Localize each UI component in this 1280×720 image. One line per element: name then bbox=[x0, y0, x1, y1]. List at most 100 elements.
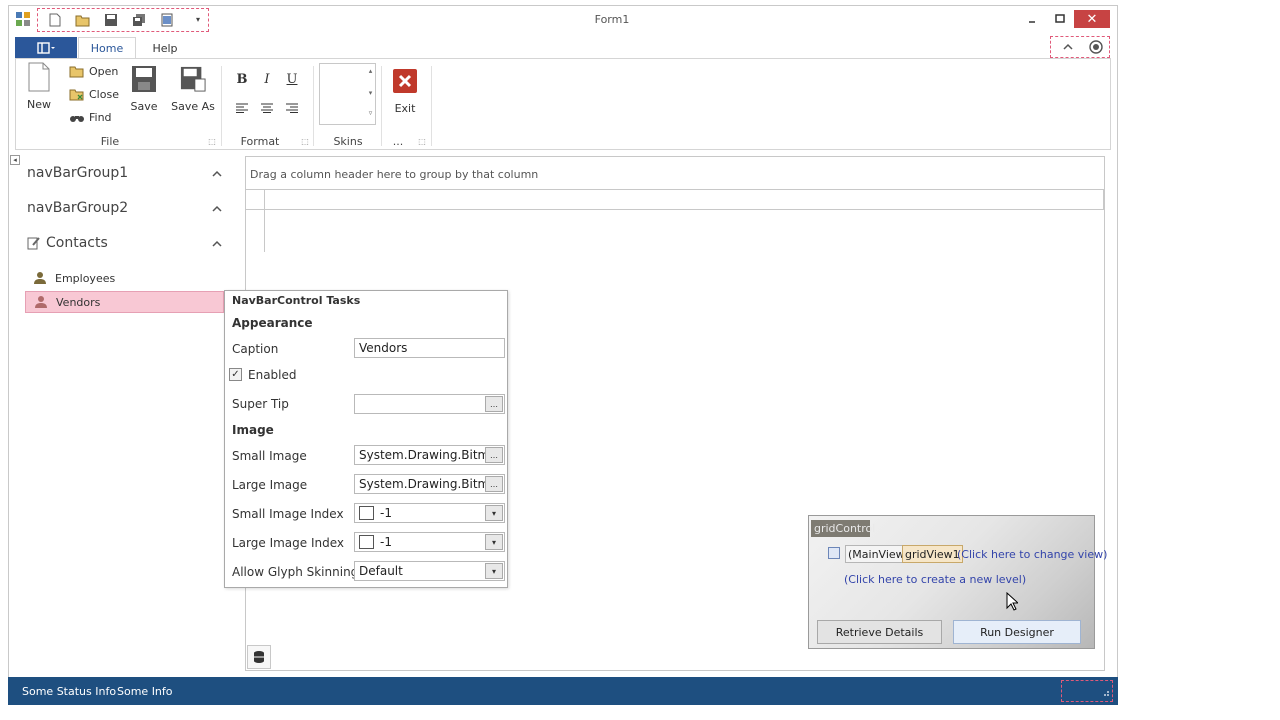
file-group-launcher-icon[interactable]: ⬚ bbox=[207, 136, 217, 146]
large-image-index-label: Large Image Index bbox=[232, 536, 345, 550]
underline-button[interactable]: U bbox=[283, 70, 301, 88]
format-group-launcher-icon[interactable]: ⬚ bbox=[300, 136, 310, 146]
navbar-group-contacts[interactable]: Contacts bbox=[27, 231, 227, 255]
chevron-up-icon bbox=[212, 167, 222, 180]
ellipsis-button[interactable]: … bbox=[485, 396, 503, 412]
image-heading: Image bbox=[232, 423, 274, 437]
contacts-icon bbox=[27, 236, 41, 250]
align-right-icon[interactable] bbox=[283, 99, 301, 117]
caption-input[interactable]: Vendors bbox=[354, 338, 505, 358]
large-image-input[interactable]: System.Drawing.Bitma … bbox=[354, 474, 505, 494]
dropdown-arrow-icon[interactable]: ▾ bbox=[485, 534, 503, 550]
minimize-icon[interactable] bbox=[1017, 10, 1047, 28]
open-button[interactable]: Open bbox=[69, 64, 118, 78]
retrieve-details-button[interactable]: Retrieve Details bbox=[817, 620, 942, 644]
grid-row-indicator bbox=[264, 190, 265, 252]
exit-group-launcher-icon[interactable]: ⬚ bbox=[417, 136, 427, 146]
close-folder-icon bbox=[69, 87, 85, 101]
navbar-item-label: Employees bbox=[55, 271, 116, 285]
window-title: Form1 bbox=[594, 13, 630, 26]
save-icon bbox=[131, 64, 157, 94]
ribbon-separator bbox=[431, 66, 432, 146]
new-doc-icon[interactable] bbox=[47, 12, 63, 28]
super-tip-input[interactable]: … bbox=[354, 394, 505, 414]
glyph-skinning-label: Allow Glyph Skinning bbox=[232, 565, 359, 579]
maximize-icon[interactable] bbox=[1045, 10, 1075, 28]
app-icon bbox=[15, 11, 31, 27]
resize-grip-icon[interactable] bbox=[1100, 687, 1110, 697]
ellipsis-button[interactable]: … bbox=[485, 476, 503, 492]
tab-help[interactable]: Help bbox=[140, 37, 190, 59]
file-group-label: File bbox=[100, 135, 120, 148]
save-icon[interactable] bbox=[103, 12, 119, 28]
create-level-link[interactable]: (Click here to create a new level) bbox=[844, 573, 1026, 586]
status-info-item: Some Status Info bbox=[22, 685, 117, 698]
help-info-icon[interactable] bbox=[1089, 40, 1103, 54]
customize-dropdown-icon[interactable]: ▾ bbox=[190, 12, 206, 28]
database-icon[interactable] bbox=[247, 645, 271, 669]
large-image-index-value: -1 bbox=[380, 535, 392, 549]
dropdown-arrow-icon[interactable]: ▾ bbox=[485, 563, 503, 579]
ribbon-separator bbox=[313, 66, 314, 146]
navbar-group-1[interactable]: navBarGroup1 bbox=[27, 161, 227, 185]
glyph-skinning-select[interactable]: Default ▾ bbox=[354, 561, 505, 581]
app-menu-icon bbox=[37, 41, 55, 54]
app-menu-button[interactable] bbox=[15, 37, 77, 58]
skins-group-label: Skins bbox=[333, 135, 363, 148]
small-image-index-label: Small Image Index bbox=[232, 507, 344, 521]
dropdown-arrow-icon[interactable]: ▾ bbox=[485, 505, 503, 521]
new-button[interactable]: New bbox=[24, 62, 54, 111]
tab-home[interactable]: Home bbox=[78, 37, 136, 59]
caption-label: Caption bbox=[232, 342, 279, 356]
navbar-collapse-icon[interactable]: ◂ bbox=[10, 155, 20, 165]
print-icon[interactable] bbox=[159, 12, 175, 28]
navbar-group-label: Contacts bbox=[46, 235, 108, 251]
format-group-label: Format bbox=[240, 135, 280, 148]
appearance-heading: Appearance bbox=[232, 316, 313, 330]
close-icon[interactable]: ✕ bbox=[1074, 10, 1110, 28]
exit-icon bbox=[392, 66, 418, 96]
gallery-expand-icon[interactable]: ▿ bbox=[366, 108, 375, 118]
ribbon-separator bbox=[381, 66, 382, 146]
save-all-icon[interactable] bbox=[131, 12, 147, 28]
super-tip-label: Super Tip bbox=[232, 397, 289, 411]
status-bar bbox=[8, 677, 1118, 705]
enabled-checkbox[interactable]: ✓ bbox=[229, 368, 242, 381]
open-label: Open bbox=[89, 64, 119, 78]
status-info-item-2: Some Info bbox=[117, 685, 173, 698]
navbar-group-label: navBarGroup2 bbox=[27, 200, 129, 216]
grid-column-header-row[interactable] bbox=[245, 189, 1104, 210]
change-view-link[interactable]: (Click here to change view) bbox=[957, 548, 1107, 561]
new-label: New bbox=[27, 98, 51, 111]
save-as-button[interactable]: Save As bbox=[171, 64, 215, 113]
caption-value: Vendors bbox=[359, 341, 408, 355]
align-center-icon[interactable] bbox=[258, 99, 276, 117]
find-button[interactable]: Find bbox=[69, 110, 112, 124]
save-button[interactable]: Save bbox=[129, 64, 159, 113]
italic-button[interactable]: I bbox=[258, 70, 276, 88]
person-icon bbox=[34, 295, 48, 309]
navbar-item-employees[interactable]: Employees bbox=[25, 267, 224, 289]
gallery-down-icon[interactable]: ▾ bbox=[366, 88, 375, 98]
align-left-icon[interactable] bbox=[233, 99, 251, 117]
view-name-chip[interactable]: gridView1 bbox=[902, 545, 963, 563]
binoculars-icon bbox=[69, 110, 85, 124]
open-folder-icon[interactable] bbox=[75, 12, 91, 28]
small-image-value: System.Drawing.Bitma bbox=[359, 448, 497, 462]
gallery-up-icon[interactable]: ▴ bbox=[366, 66, 375, 76]
small-image-input[interactable]: System.Drawing.Bitma … bbox=[354, 445, 505, 465]
navbar-group-label: navBarGroup1 bbox=[27, 165, 129, 181]
large-image-label: Large Image bbox=[232, 478, 308, 492]
large-image-index-select[interactable]: -1 ▾ bbox=[354, 532, 505, 552]
navbar-group-2[interactable]: navBarGroup2 bbox=[27, 196, 227, 220]
exit-button[interactable]: Exit bbox=[391, 66, 419, 115]
exit-group-label: ... bbox=[392, 135, 404, 148]
run-designer-button[interactable]: Run Designer bbox=[953, 620, 1081, 644]
navbar-item-vendors[interactable]: Vendors bbox=[25, 291, 224, 313]
small-image-label: Small Image bbox=[232, 449, 307, 463]
ellipsis-button[interactable]: … bbox=[485, 447, 503, 463]
bold-button[interactable]: B bbox=[233, 70, 251, 88]
small-image-index-select[interactable]: -1 ▾ bbox=[354, 503, 505, 523]
ribbon-minimize-icon[interactable] bbox=[1061, 40, 1075, 54]
close-button[interactable]: Close bbox=[69, 87, 119, 101]
